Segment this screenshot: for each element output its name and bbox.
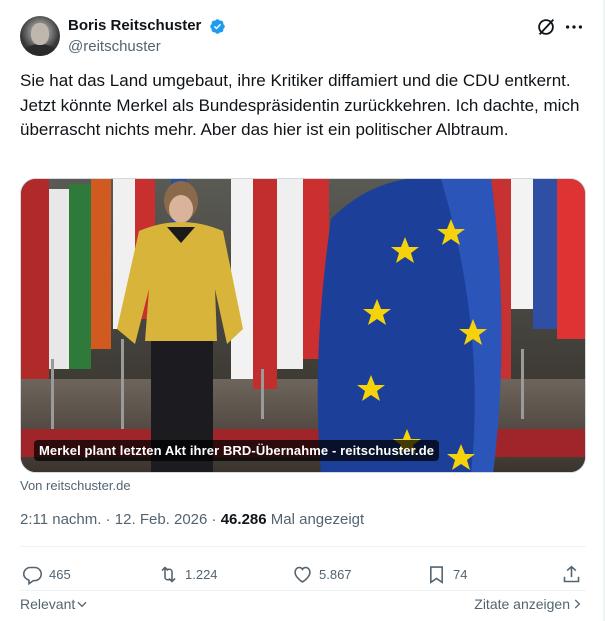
- view-quotes-link[interactable]: Zitate anzeigen: [474, 596, 584, 612]
- quotes-label: Zitate anzeigen: [474, 596, 570, 612]
- author-display-name[interactable]: Boris Reitschuster: [68, 16, 201, 36]
- views-count: 46.286: [220, 511, 267, 528]
- tweet-header: Boris Reitschuster @reitschuster: [20, 14, 585, 58]
- reply-sort-row: Relevant Zitate anzeigen: [20, 596, 586, 616]
- tweet-time[interactable]: 2:11 nachm.: [20, 511, 101, 528]
- tweet-media-card[interactable]: Merkel plant letzten Akt ihrer BRD-Übern…: [20, 178, 586, 473]
- chevron-right-icon: [574, 599, 581, 609]
- media-source[interactable]: Von reitschuster.de: [20, 478, 131, 493]
- tweet-card: Boris Reitschuster @reitschuster Sie hat…: [0, 0, 605, 621]
- bookmark-button[interactable]: 74: [426, 560, 467, 588]
- like-button[interactable]: 5.867: [292, 560, 352, 588]
- tweet-text: Sie hat das Land umgebaut, ihre Kritiker…: [20, 71, 580, 139]
- divider: [20, 590, 586, 591]
- repost-icon: [161, 565, 176, 583]
- like-count: 5.867: [319, 566, 352, 582]
- bookmark-icon: [430, 565, 443, 584]
- share-button[interactable]: [561, 560, 582, 588]
- reply-button[interactable]: 465: [22, 560, 71, 588]
- more-icon[interactable]: [563, 16, 585, 38]
- share-icon: [563, 565, 580, 582]
- reply-icon: [22, 566, 43, 585]
- views-label: Mal angezeigt: [270, 511, 365, 528]
- sort-label: Relevant: [20, 596, 76, 612]
- bookmark-count: 74: [453, 566, 468, 582]
- like-icon: [294, 566, 311, 583]
- tweet-date[interactable]: 12. Feb. 2026: [115, 511, 208, 528]
- action-bar: 465 1.224 5.867 74: [20, 560, 586, 588]
- author-handle[interactable]: @reitschuster: [68, 37, 226, 57]
- media-caption: Merkel plant letzten Akt ihrer BRD-Übern…: [34, 440, 440, 461]
- tweet-meta: 2:11 nachm. · 12. Feb. 2026 · 46.286 Mal…: [20, 511, 365, 528]
- verified-badge-icon: [210, 18, 225, 34]
- repost-count: 1.224: [185, 566, 218, 582]
- grok-icon[interactable]: [535, 16, 557, 38]
- reply-count: 465: [49, 566, 71, 582]
- media-image: [21, 179, 585, 472]
- divider: [20, 546, 586, 547]
- sort-dropdown[interactable]: Relevant: [20, 596, 89, 612]
- chevron-down-icon: [77, 601, 87, 608]
- repost-button[interactable]: 1.224: [158, 560, 218, 588]
- avatar[interactable]: [20, 16, 60, 56]
- author-block: Boris Reitschuster @reitschuster: [68, 16, 226, 57]
